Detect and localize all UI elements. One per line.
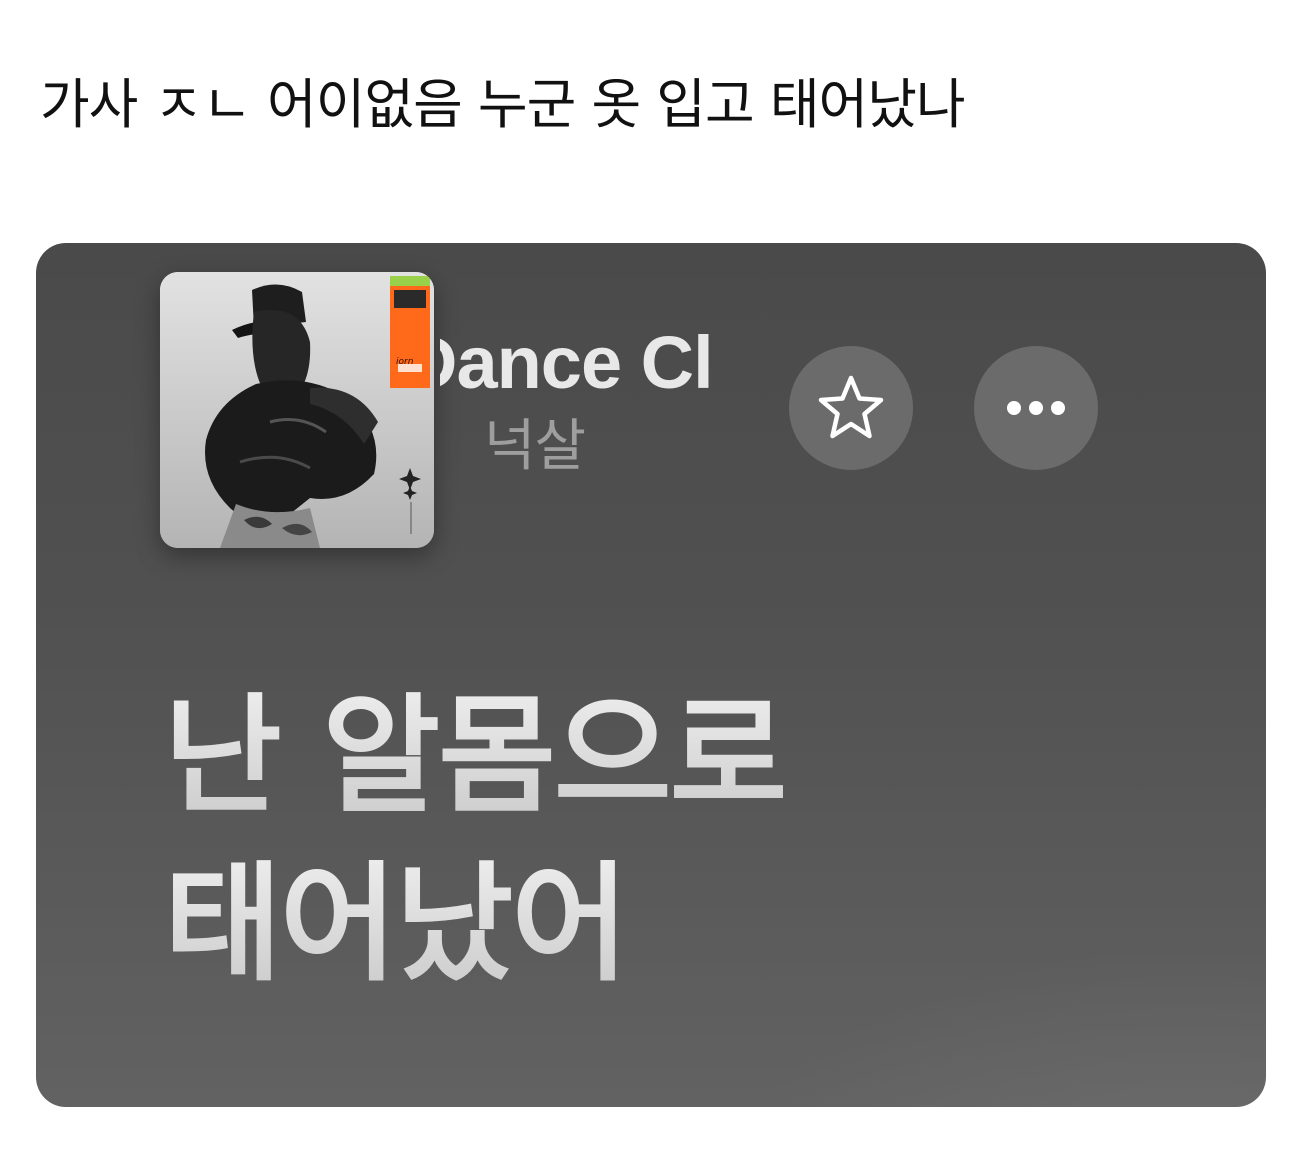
svg-text:iorn: iorn [396, 357, 414, 367]
track-artist[interactable]: 넉살 [484, 419, 586, 475]
track-title-text: Dance Cl [440, 326, 714, 400]
album-cover-image: iorn [160, 272, 434, 548]
more-options-button[interactable] [974, 346, 1098, 470]
lyrics-view[interactable]: 난 알몸으로 태어났어 [164, 673, 787, 1009]
lyrics-line[interactable]: 난 알몸으로 [164, 673, 787, 841]
star-outline-icon [818, 375, 884, 439]
now-playing-card: iorn Dance Cl 넉살 난 알몸으로 태어났어 [36, 243, 1266, 1107]
ellipsis-icon [1007, 401, 1065, 415]
favorite-button[interactable] [789, 346, 913, 470]
album-art[interactable]: iorn [160, 272, 434, 548]
post-caption: 가사 ㅈㄴ 어이없음 누군 옷 입고 태어났나 [40, 73, 966, 136]
lyrics-line[interactable]: 태어났어 [164, 841, 785, 1009]
track-title[interactable]: Dance Cl [440, 326, 770, 400]
